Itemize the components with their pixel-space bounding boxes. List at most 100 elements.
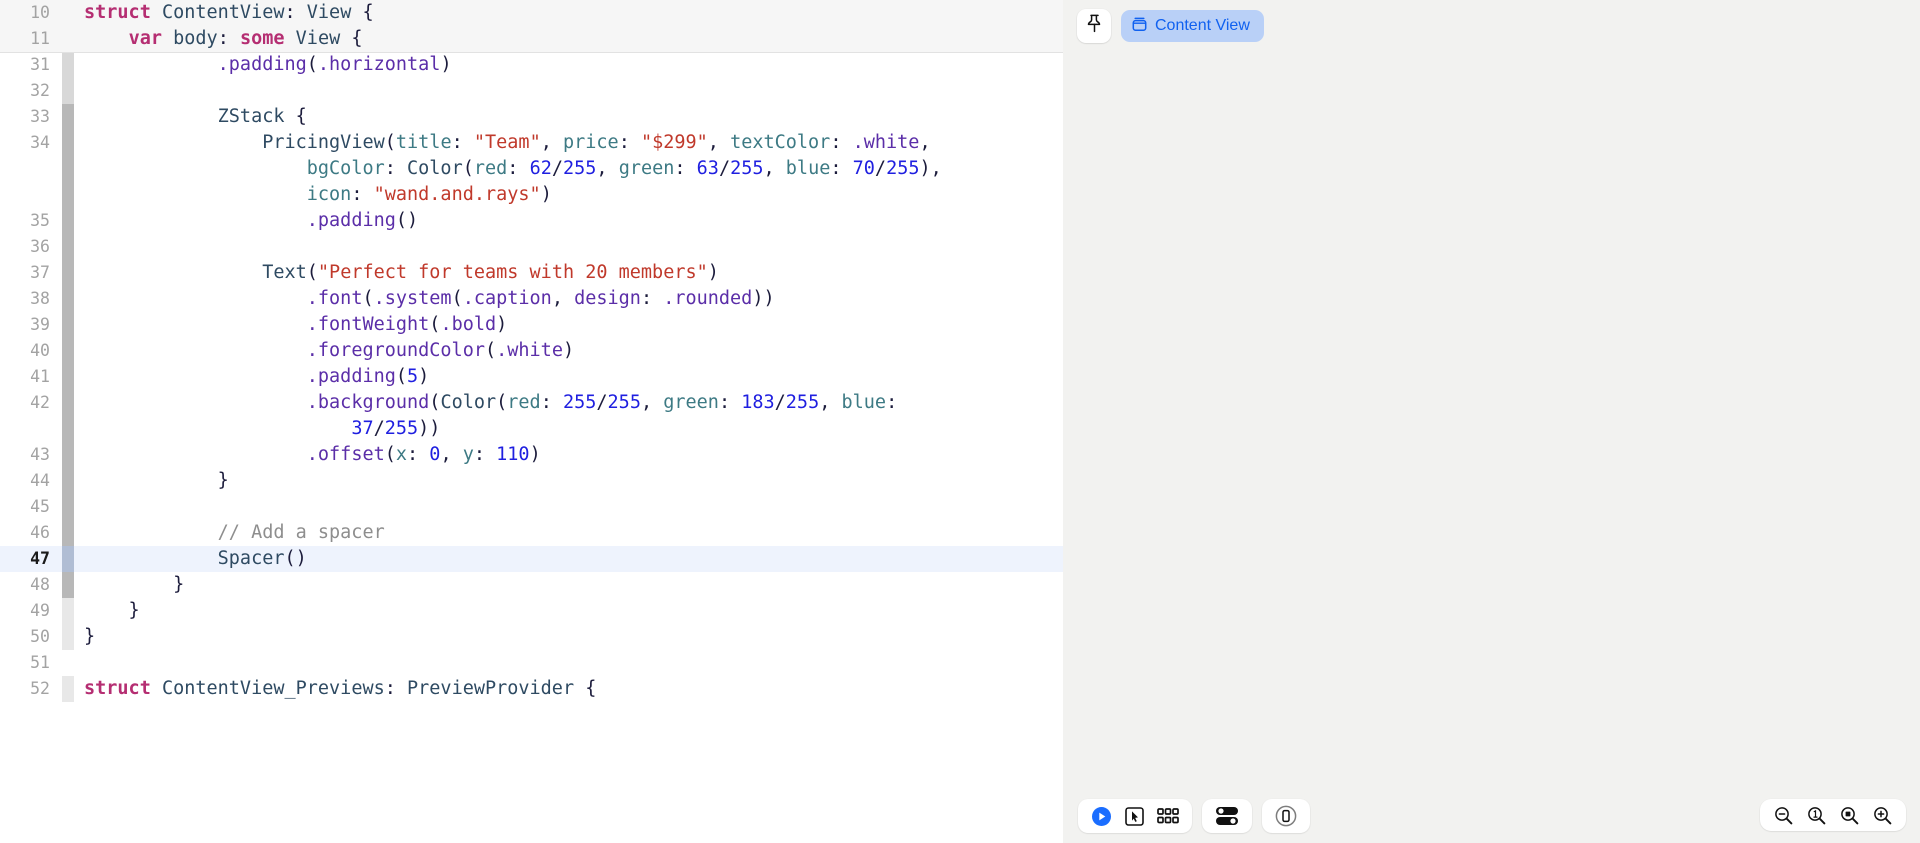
line-number[interactable]: 43 — [0, 442, 62, 468]
code-line-current[interactable]: 47 Spacer() — [0, 546, 1063, 572]
device-settings-toggle-icon[interactable] — [1215, 806, 1239, 826]
code-line[interactable]: 35 .padding() — [0, 208, 1063, 234]
code-text[interactable]: ZStack { — [74, 104, 1063, 130]
pin-preview-button[interactable] — [1077, 9, 1111, 43]
line-number[interactable]: 37 — [0, 260, 62, 286]
line-number[interactable]: 42 — [0, 390, 62, 416]
line-number[interactable]: 11 — [0, 26, 62, 52]
code-fold-ribbon[interactable] — [62, 312, 74, 338]
select-inspect-icon[interactable] — [1125, 806, 1144, 826]
code-line[interactable]: 41 .padding(5) — [0, 364, 1063, 390]
preview-toolbar[interactable]: Content View — [1077, 9, 1264, 43]
code-text[interactable]: var body: some View { — [74, 26, 1063, 52]
code-fold-ribbon[interactable] — [62, 338, 74, 364]
code-fold-ribbon[interactable] — [62, 234, 74, 260]
code-text[interactable]: Spacer() — [74, 546, 1063, 572]
code-line[interactable]: 32 — [0, 78, 1063, 104]
code-text[interactable]: } — [74, 468, 1063, 494]
code-fold-ribbon[interactable] — [62, 650, 74, 676]
line-number[interactable]: 47 — [0, 546, 62, 572]
line-number[interactable]: 32 — [0, 78, 62, 104]
code-line[interactable]: 34 PricingView(title: "Team", price: "$2… — [0, 130, 1063, 208]
line-number[interactable]: 44 — [0, 468, 62, 494]
line-number[interactable]: 48 — [0, 572, 62, 598]
code-fold-ribbon[interactable] — [62, 546, 74, 572]
code-line[interactable]: 51 — [0, 650, 1063, 676]
code-fold-ribbon[interactable] — [62, 26, 74, 52]
preview-canvas[interactable]: Content View Choose Your Plan — [1063, 0, 1920, 843]
code-line[interactable]: 43 .offset(x: 0, y: 110) — [0, 442, 1063, 468]
code-text[interactable]: struct ContentView: View { — [74, 0, 1063, 26]
line-number[interactable]: 10 — [0, 0, 62, 26]
line-number[interactable]: 39 — [0, 312, 62, 338]
line-number[interactable]: 34 — [0, 130, 62, 156]
line-number[interactable]: 50 — [0, 624, 62, 650]
code-text[interactable]: .fontWeight(.bold) — [74, 312, 1063, 338]
code-line[interactable]: 44 } — [0, 468, 1063, 494]
code-line[interactable]: 38 .font(.system(.caption, design: .roun… — [0, 286, 1063, 312]
line-number[interactable]: 49 — [0, 598, 62, 624]
line-number[interactable]: 46 — [0, 520, 62, 546]
line-number[interactable]: 31 — [0, 52, 62, 78]
code-fold-ribbon[interactable] — [62, 624, 74, 650]
code-text[interactable]: .offset(x: 0, y: 110) — [74, 442, 1063, 468]
code-line[interactable]: 36 — [0, 234, 1063, 260]
code-line[interactable]: 31 .padding(.horizontal) — [0, 52, 1063, 78]
zoom-out-icon[interactable] — [1774, 806, 1793, 825]
code-line[interactable]: 40 .foregroundColor(.white) — [0, 338, 1063, 364]
zoom-to-fit-icon[interactable] — [1840, 806, 1859, 825]
preview-mode-group[interactable] — [1078, 799, 1192, 833]
code-fold-ribbon[interactable] — [62, 572, 74, 598]
code-fold-ribbon[interactable] — [62, 104, 74, 130]
code-fold-ribbon[interactable] — [62, 494, 74, 520]
line-number[interactable]: 38 — [0, 286, 62, 312]
code-line[interactable]: 50} — [0, 624, 1063, 650]
line-number[interactable]: 40 — [0, 338, 62, 364]
code-text[interactable]: .foregroundColor(.white) — [74, 338, 1063, 364]
code-fold-ribbon[interactable] — [62, 286, 74, 312]
code-text[interactable]: // Add a spacer — [74, 520, 1063, 546]
code-fold-ribbon[interactable] — [62, 208, 74, 234]
code-line[interactable]: 42 .background(Color(red: 255/255, green… — [0, 390, 1063, 442]
line-number[interactable]: 52 — [0, 676, 62, 702]
device-bezel-group[interactable] — [1262, 799, 1310, 833]
code-line[interactable]: 45 — [0, 494, 1063, 520]
preview-controls-bar[interactable] — [1078, 799, 1310, 833]
code-fold-ribbon[interactable] — [62, 364, 74, 390]
code-editor[interactable]: 31 .padding(.horizontal) 32 33 ZStack {34 … — [0, 0, 1063, 843]
device-bezel-icon[interactable] — [1275, 805, 1297, 827]
code-fold-ribbon[interactable] — [62, 52, 74, 78]
code-fold-ribbon[interactable] — [62, 390, 74, 442]
line-number[interactable]: 45 — [0, 494, 62, 520]
code-line[interactable]: 49 } — [0, 598, 1063, 624]
play-preview-icon[interactable] — [1091, 806, 1112, 827]
code-text[interactable]: } — [74, 572, 1063, 598]
code-line[interactable]: 37 Text("Perfect for teams with 20 membe… — [0, 260, 1063, 286]
line-number[interactable]: 51 — [0, 650, 62, 676]
code-text[interactable]: Text("Perfect for teams with 20 members"… — [74, 260, 1063, 286]
device-settings-group[interactable] — [1202, 799, 1252, 833]
zoom-controls-bar[interactable] — [1760, 799, 1906, 831]
code-fold-ribbon[interactable] — [62, 0, 74, 26]
code-fold-ribbon[interactable] — [62, 520, 74, 546]
line-number[interactable]: 35 — [0, 208, 62, 234]
code-text[interactable]: .font(.system(.caption, design: .rounded… — [74, 286, 1063, 312]
line-number[interactable]: 41 — [0, 364, 62, 390]
code-line[interactable]: 46 // Add a spacer — [0, 520, 1063, 546]
code-text[interactable]: .padding(5) — [74, 364, 1063, 390]
tab-content-view[interactable]: Content View — [1121, 10, 1264, 42]
zoom-actual-size-icon[interactable] — [1807, 806, 1826, 825]
code-fold-ribbon[interactable] — [62, 676, 74, 702]
code-text[interactable]: PricingView(title: "Team", price: "$299"… — [74, 130, 1063, 208]
code-line[interactable]: 11 var body: some View { — [0, 26, 1063, 52]
code-fold-ribbon[interactable] — [62, 260, 74, 286]
variants-grid-icon[interactable] — [1157, 808, 1179, 824]
code-line[interactable]: 39 .fontWeight(.bold) — [0, 312, 1063, 338]
code-fold-ribbon[interactable] — [62, 468, 74, 494]
code-fold-ribbon[interactable] — [62, 598, 74, 624]
code-line[interactable]: 33 ZStack { — [0, 104, 1063, 130]
code-text[interactable]: .padding() — [74, 208, 1063, 234]
code-fold-ribbon[interactable] — [62, 130, 74, 208]
zoom-in-icon[interactable] — [1873, 806, 1892, 825]
line-number[interactable]: 36 — [0, 234, 62, 260]
